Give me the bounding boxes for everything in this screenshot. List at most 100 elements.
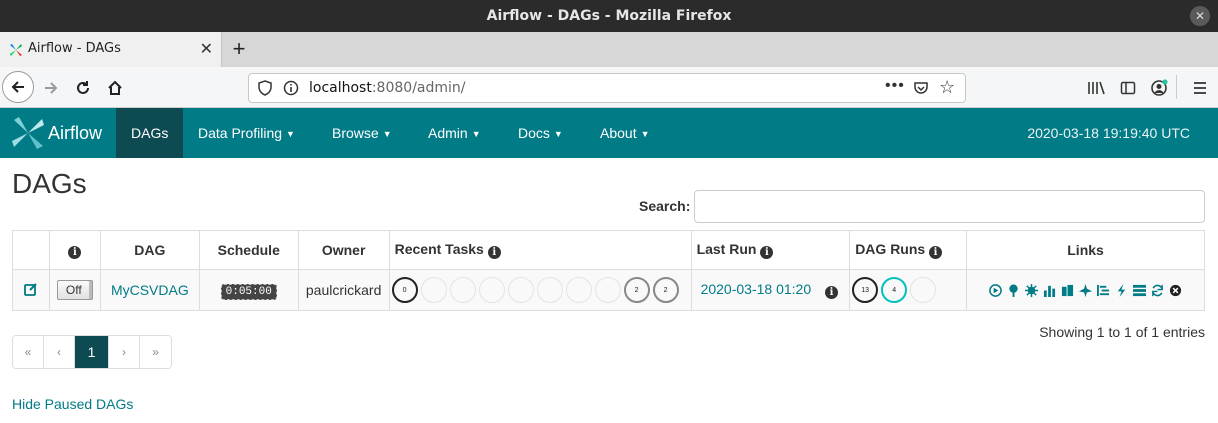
info-icon: i <box>68 246 82 259</box>
logs-icon[interactable] <box>1133 284 1147 297</box>
sidebar-icon[interactable] <box>1120 80 1136 96</box>
airflow-navbar: Airflow DAGs Data Profiling ▼ Browse ▼ Adm… <box>0 108 1218 158</box>
nav-admin[interactable]: Admin ▼ <box>413 108 496 158</box>
browser-toolbar: localhost:8080/admin/ ••• ☆ <box>0 67 1218 108</box>
task-state-circle[interactable]: 2 <box>623 277 650 303</box>
dag-cell: MyCSVDAG <box>99 269 200 311</box>
airflow-favicon-icon <box>10 44 22 56</box>
tab-close-icon[interactable]: ✕ <box>200 39 213 59</box>
nav-docs[interactable]: Docs ▼ <box>503 108 578 158</box>
search-label: Search: <box>639 198 691 214</box>
task-state-circle <box>507 277 534 303</box>
table-header-row: i DAG Schedule Owner Recent Tasks i Last… <box>12 230 1205 270</box>
bookmark-star-icon[interactable]: ☆ <box>939 77 955 98</box>
pocket-icon[interactable] <box>913 80 929 96</box>
pager-first[interactable]: « <box>13 336 44 368</box>
code-view-icon[interactable] <box>1115 283 1128 297</box>
task-duration-icon[interactable] <box>1043 284 1056 297</box>
reload-button[interactable] <box>68 73 98 103</box>
forward-button[interactable] <box>36 73 66 103</box>
nav-browse[interactable]: Browse ▼ <box>317 108 407 158</box>
reload-icon <box>77 81 89 94</box>
links-cell <box>966 269 1205 311</box>
airflow-logo-icon <box>12 117 44 149</box>
nav-dags[interactable]: DAGs <box>116 108 183 158</box>
pagination: « ‹ 1 › » <box>12 335 172 369</box>
back-button[interactable] <box>2 71 34 103</box>
edit-cell <box>12 269 50 311</box>
caret-down-icon: ▼ <box>286 129 295 139</box>
caret-down-icon: ▼ <box>553 129 563 139</box>
task-state-circle[interactable]: 0 <box>391 277 418 303</box>
header-owner[interactable]: Owner <box>297 230 390 270</box>
header-last-run[interactable]: Last Run i <box>690 230 851 270</box>
site-info-icon[interactable] <box>283 80 299 96</box>
task-state-circle[interactable]: 2 <box>652 277 679 303</box>
gantt-icon[interactable] <box>1097 284 1110 297</box>
last-run-cell: 2020-03-18 01:20 i <box>690 269 851 311</box>
graph-view-icon[interactable] <box>1025 283 1039 297</box>
edit-icon[interactable] <box>24 282 38 296</box>
pager-next[interactable]: › <box>109 336 140 368</box>
links-group <box>967 283 1204 297</box>
caret-down-icon: ▼ <box>471 129 481 139</box>
landing-times-icon[interactable] <box>1079 283 1093 297</box>
header-dag[interactable]: DAG <box>99 230 200 270</box>
page-actions-icon[interactable]: ••• <box>885 77 905 95</box>
search-input[interactable] <box>694 190 1205 223</box>
hamburger-menu-icon[interactable] <box>1192 80 1208 96</box>
arrow-left-icon <box>11 81 24 93</box>
account-icon[interactable] <box>1150 79 1168 97</box>
nav-about[interactable]: About ▼ <box>585 108 665 158</box>
info-icon[interactable]: i <box>825 286 838 299</box>
info-icon: i <box>487 246 501 259</box>
browser-tab[interactable]: Airflow - DAGs ✕ <box>0 32 222 67</box>
arrow-right-icon <box>45 82 58 94</box>
window-close-button[interactable]: ✕ <box>1190 6 1210 26</box>
info-icon: i <box>929 246 943 259</box>
dags-table: i DAG Schedule Owner Recent Tasks i Last… <box>12 230 1205 311</box>
header-schedule[interactable]: Schedule <box>198 230 299 270</box>
home-icon <box>108 80 122 95</box>
caret-down-icon: ▼ <box>382 129 392 139</box>
dag-runs-cell: 13 4 <box>849 269 968 311</box>
info-icon: i <box>760 246 774 259</box>
pager-last[interactable]: » <box>140 336 171 368</box>
header-recent-tasks[interactable]: Recent Tasks i <box>388 230 692 270</box>
trigger-dag-icon[interactable] <box>989 283 1002 297</box>
dag-link[interactable]: MyCSVDAG <box>111 282 189 298</box>
window-title: Airflow - DAGs - Mozilla Firefox <box>486 8 732 24</box>
header-dag-runs[interactable]: DAG Runs i <box>849 230 968 270</box>
table-row: Off MyCSVDAG 0:05:00 paulcrickard 0 22 20… <box>12 269 1205 311</box>
toolbar-divider <box>1176 75 1177 99</box>
url-text: localhost:8080/admin/ <box>309 80 466 96</box>
hide-paused-dags-link[interactable]: Hide Paused DAGs <box>12 396 133 412</box>
pager-prev[interactable]: ‹ <box>44 336 75 368</box>
nav-data-profiling[interactable]: Data Profiling ▼ <box>183 108 310 158</box>
dag-pause-toggle[interactable]: Off <box>56 280 93 300</box>
tab-title: Airflow - DAGs <box>28 41 121 56</box>
dag-runs-circles: 13 4 <box>850 277 966 303</box>
url-bar[interactable]: localhost:8080/admin/ ••• ☆ <box>248 73 966 103</box>
last-run-link[interactable]: 2020-03-18 01:20 <box>701 281 812 297</box>
dag-run-state-circle[interactable]: 13 <box>852 277 879 303</box>
recent-tasks-circles: 0 22 <box>390 277 691 303</box>
home-button[interactable] <box>100 73 130 103</box>
new-tab-button[interactable]: + <box>228 36 250 62</box>
shield-icon[interactable] <box>257 80 273 96</box>
header-links: Links <box>966 230 1205 270</box>
task-state-circle <box>565 277 592 303</box>
tree-view-icon[interactable] <box>1007 283 1020 297</box>
delete-dag-icon[interactable] <box>1169 284 1182 297</box>
pager-page-1[interactable]: 1 <box>75 336 109 368</box>
library-icon[interactable] <box>1087 80 1105 96</box>
refresh-icon[interactable] <box>1151 284 1164 297</box>
caret-down-icon: ▼ <box>640 129 650 139</box>
task-state-circle <box>594 277 621 303</box>
dag-run-state-circle[interactable]: 4 <box>881 277 908 303</box>
schedule-badge: 0:05:00 <box>220 283 277 300</box>
entries-info: Showing 1 to 1 of 1 entries <box>1039 324 1205 340</box>
task-state-circle <box>420 277 447 303</box>
task-tries-icon[interactable] <box>1061 284 1074 297</box>
brand-text: Airflow <box>48 123 103 143</box>
